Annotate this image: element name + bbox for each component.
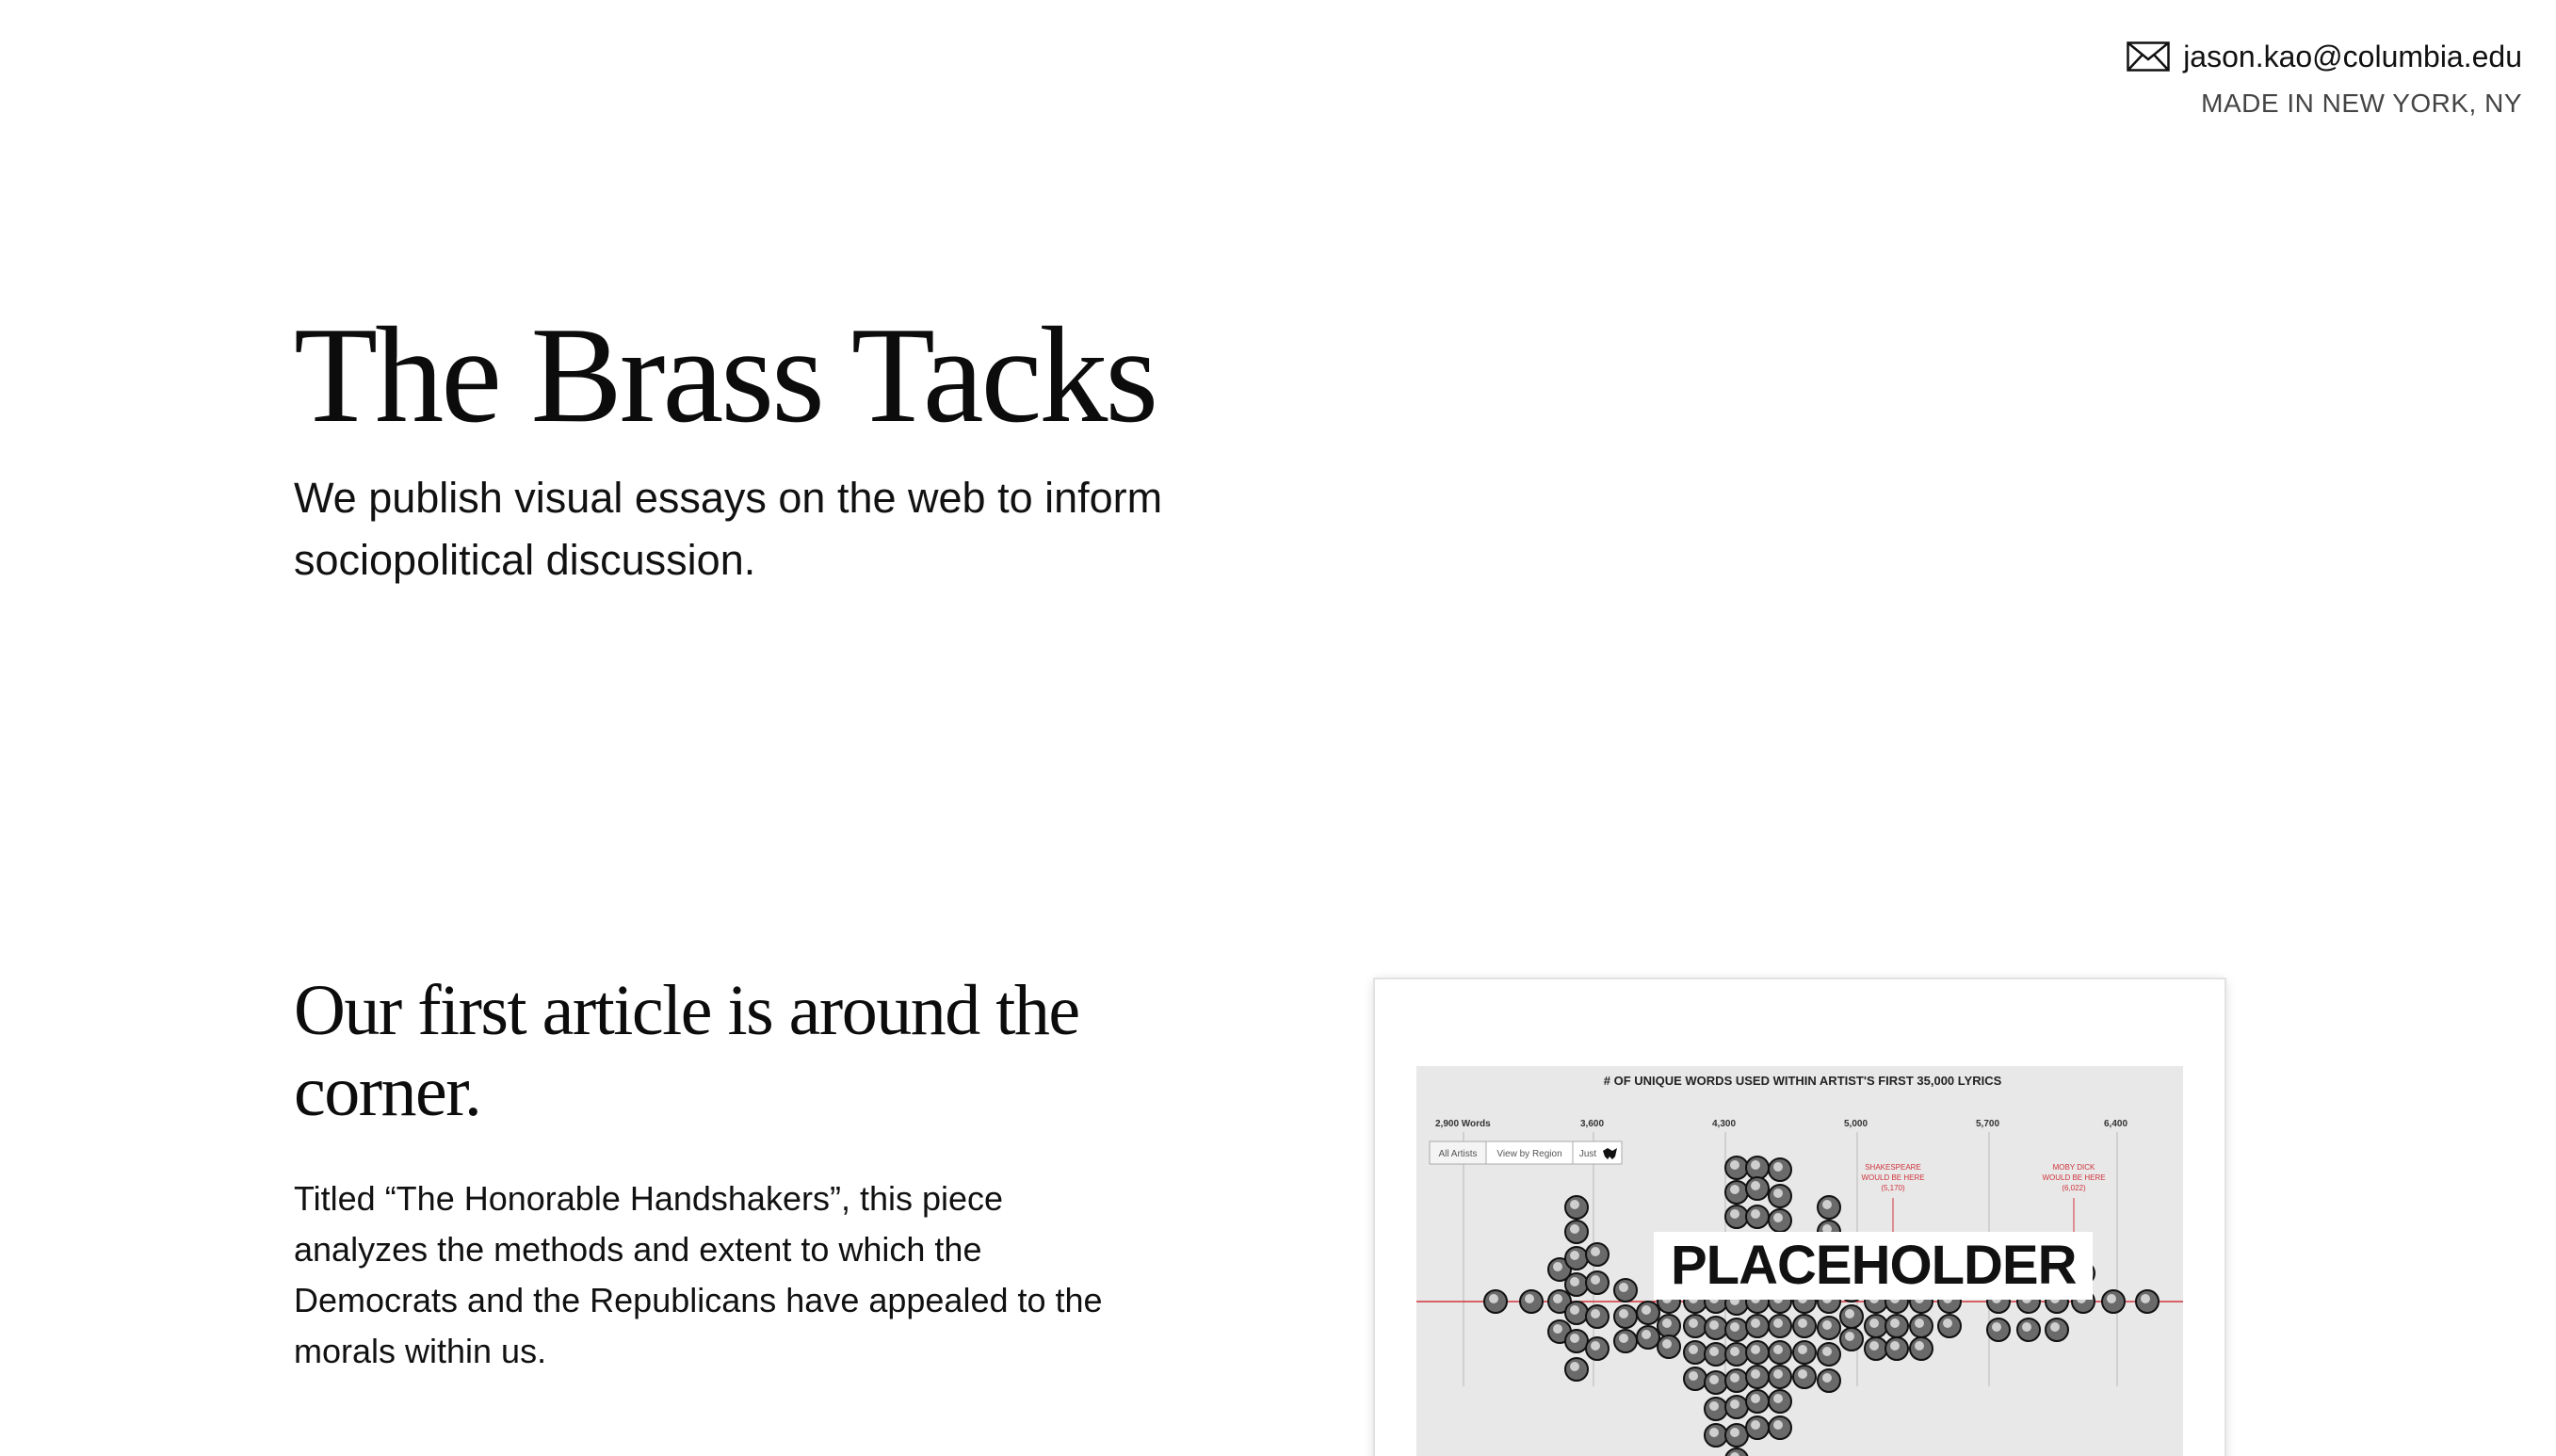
brand-title: The Brass Tacks <box>294 299 1158 451</box>
thumbnail-annotation-text: (6,022) <box>2062 1184 2086 1192</box>
article-teaser: Our first article is around the corner. … <box>294 970 1141 1377</box>
preview-thumbnail: # OF UNIQUE WORDS USED WITHIN ARTIST'S F… <box>1416 1066 2183 1456</box>
mail-icon <box>2127 41 2170 72</box>
teaser-heading: Our first article is around the corner. <box>294 971 1080 1131</box>
svg-text:View by Region: View by Region <box>1496 1149 1561 1159</box>
thumbnail-tick-label: 4,300 <box>1712 1119 1736 1129</box>
teaser-description: Titled “The Honorable Handshakers”, this… <box>294 1179 1103 1370</box>
thumbnail-tick-label: 5,700 <box>1976 1119 1999 1129</box>
thumbnail-tick-label: 6,400 <box>2104 1119 2127 1129</box>
thumbnail-annotation-text: MOBY DICK <box>2053 1163 2095 1172</box>
svg-text:Just: Just <box>1579 1149 1597 1159</box>
placeholder-label: PLACEHOLDER <box>1654 1232 2094 1300</box>
thumbnail-annotation-text: WOULD BE HERE <box>2042 1173 2105 1182</box>
thumbnail-filters: All Artists View by Region Just <box>1429 1141 1623 1165</box>
hero-section: The Brass Tacks We publish visual essays… <box>294 299 1283 591</box>
location-label: MADE IN NEW YORK, NY <box>2201 89 2522 118</box>
thumbnail-annotation-text: SHAKESPEARE <box>1865 1163 1921 1172</box>
article-preview-card[interactable]: # OF UNIQUE WORDS USED WITHIN ARTIST'S F… <box>1375 979 2224 1456</box>
email-link[interactable]: jason.kao@columbia.edu <box>2127 34 2522 79</box>
thumbnail-tick-label: 3,600 <box>1580 1119 1604 1129</box>
tagline: We publish visual essays on the web to i… <box>294 474 1163 584</box>
contact-block: jason.kao@columbia.edu MADE IN NEW YORK,… <box>2127 34 2522 119</box>
thumbnail-chart-title: # OF UNIQUE WORDS USED WITHIN ARTIST'S F… <box>1604 1074 2002 1088</box>
svg-text:All Artists: All Artists <box>1438 1149 1477 1159</box>
thumbnail-annotation-text: (5,170) <box>1881 1184 1905 1192</box>
thumbnail-tick-label: 2,900 Words <box>1435 1119 1491 1129</box>
thumbnail-annotation-text: WOULD BE HERE <box>1861 1173 1924 1182</box>
thumbnail-tick-label: 5,000 <box>1844 1119 1868 1129</box>
email-address: jason.kao@columbia.edu <box>2183 40 2522 73</box>
